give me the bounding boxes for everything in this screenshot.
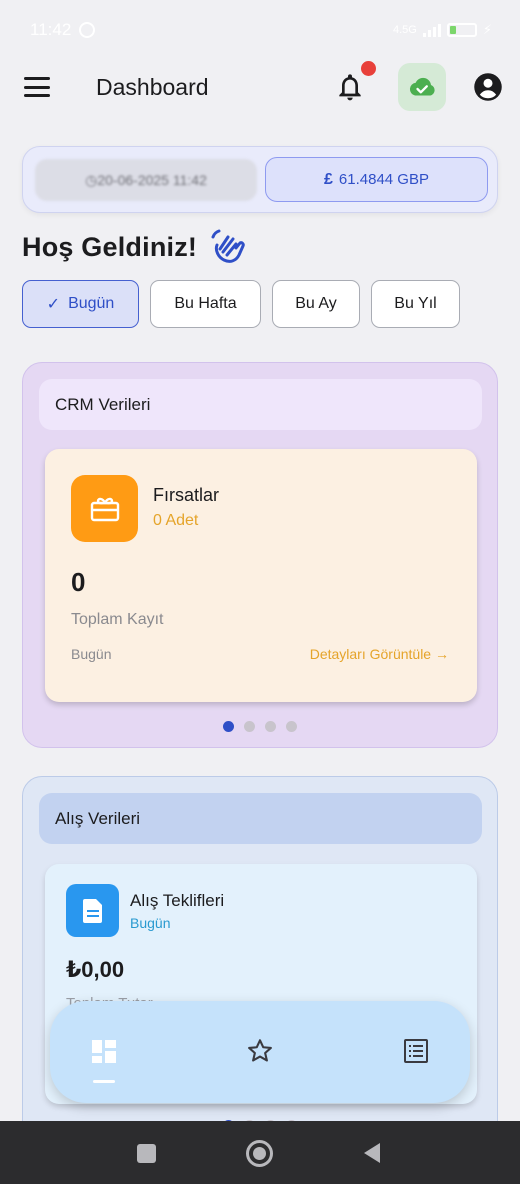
- active-tab-indicator: [93, 1080, 115, 1083]
- crm-section-header: CRM Verileri: [39, 379, 482, 430]
- purchase-icon-box: [66, 884, 119, 937]
- sync-button[interactable]: [398, 63, 446, 111]
- crm-page-indicator: [223, 721, 297, 732]
- home-button[interactable]: [245, 1139, 274, 1173]
- page-title: Dashboard: [96, 74, 209, 100]
- chip-label: Bu Yıl: [394, 295, 437, 312]
- notification-badge: [361, 61, 376, 76]
- datetime-pill: ◷ 20-06-2025 11:42: [35, 159, 257, 201]
- recents-button[interactable]: [136, 1143, 157, 1169]
- system-navigation-bar: [0, 1121, 520, 1184]
- bell-icon: [339, 74, 361, 101]
- exchange-rate-text: 61.4844 GBP: [338, 171, 429, 188]
- purchase-quotes-title: Alış Teklifleri: [130, 891, 225, 910]
- bottom-navigation: [50, 1001, 470, 1103]
- welcome-text: Hoş Geldiniz!: [22, 231, 198, 262]
- page-dot[interactable]: [244, 721, 255, 732]
- charging-icon: ⚡: [482, 22, 492, 37]
- opportunities-total: 0: [71, 567, 86, 597]
- filter-chip-this-month[interactable]: Bu Ay: [272, 280, 360, 328]
- filter-chip-this-week[interactable]: Bu Hafta: [150, 280, 261, 328]
- nav-favorites[interactable]: [240, 1031, 280, 1071]
- crm-section: CRM Verileri Fırsatlar 0 Adet 0 Toplam K…: [22, 362, 498, 748]
- home-circle-icon: [246, 1140, 273, 1167]
- page-dot[interactable]: [286, 721, 297, 732]
- battery-icon: [446, 23, 477, 37]
- purchase-quotes-amount: ₺0,00: [66, 957, 125, 982]
- opportunities-card[interactable]: Fırsatlar 0 Adet 0 Toplam Kayıt Bugün De…: [45, 449, 477, 702]
- account-circle-icon: [474, 73, 502, 101]
- period-filters: ✓ Bugün Bu Hafta Bu Ay Bu Yıl: [22, 280, 460, 328]
- filter-chip-this-year[interactable]: Bu Yıl: [371, 280, 460, 328]
- menu-button[interactable]: [24, 77, 50, 97]
- purchase-quotes-period: Bugün: [130, 915, 171, 931]
- chip-label: Bugün: [68, 295, 115, 312]
- view-details-link[interactable]: Detayları Görüntüle →: [310, 646, 449, 662]
- back-button[interactable]: [362, 1141, 382, 1170]
- status-bar: 11:42 4.5G ⚡: [0, 0, 520, 60]
- cloud-check-icon: [409, 77, 435, 96]
- list-icon: [404, 1039, 428, 1063]
- signal-icon: [422, 23, 441, 37]
- document-icon: [82, 898, 102, 923]
- account-button[interactable]: [473, 72, 503, 102]
- datetime-text: 20-06-2025 11:42: [97, 172, 207, 188]
- waving-hand-icon: [211, 229, 245, 263]
- menu-icon-line: [24, 94, 50, 97]
- network-label: 4.5G: [393, 24, 417, 36]
- app-bar: Dashboard: [0, 58, 520, 118]
- check-icon: ✓: [46, 296, 61, 313]
- pound-icon: £: [324, 170, 333, 188]
- square-icon: [137, 1144, 156, 1163]
- exchange-rate-pill[interactable]: £ 61.4844 GBP: [265, 157, 488, 202]
- opportunities-period: Bugün: [71, 646, 112, 662]
- welcome-row: Hoş Geldiniz!: [22, 227, 249, 267]
- nav-list[interactable]: [396, 1031, 436, 1071]
- status-right: 4.5G ⚡: [393, 22, 492, 38]
- status-left: 11:42: [30, 20, 96, 40]
- opportunities-title: Fırsatlar: [153, 485, 220, 505]
- back-triangle-icon: [364, 1143, 380, 1163]
- notifications-button[interactable]: [334, 70, 366, 104]
- menu-icon-line: [24, 85, 50, 89]
- opportunities-total-label: Toplam Kayıt: [71, 611, 164, 628]
- clock-icon: ◷: [85, 171, 98, 188]
- opportunities-icon-box: [71, 475, 138, 542]
- purchase-section-header: Alış Verileri: [39, 793, 482, 844]
- page-dot[interactable]: [223, 721, 234, 732]
- status-time: 11:42: [30, 20, 72, 39]
- filter-chip-today[interactable]: ✓ Bugün: [22, 280, 139, 328]
- chip-label: Bu Ay: [295, 295, 337, 312]
- page-dot[interactable]: [265, 721, 276, 732]
- menu-icon-line: [24, 77, 50, 80]
- whatsapp-icon: [79, 22, 96, 38]
- dashboard-icon: [92, 1040, 116, 1063]
- nav-dashboard[interactable]: [84, 1031, 124, 1071]
- opportunities-count: 0 Adet: [153, 512, 199, 529]
- star-icon: [248, 1039, 272, 1062]
- currency-card: ◷ 20-06-2025 11:42 £ 61.4844 GBP: [22, 146, 498, 213]
- chip-label: Bu Hafta: [174, 295, 237, 312]
- gift-card-icon: [90, 497, 119, 521]
